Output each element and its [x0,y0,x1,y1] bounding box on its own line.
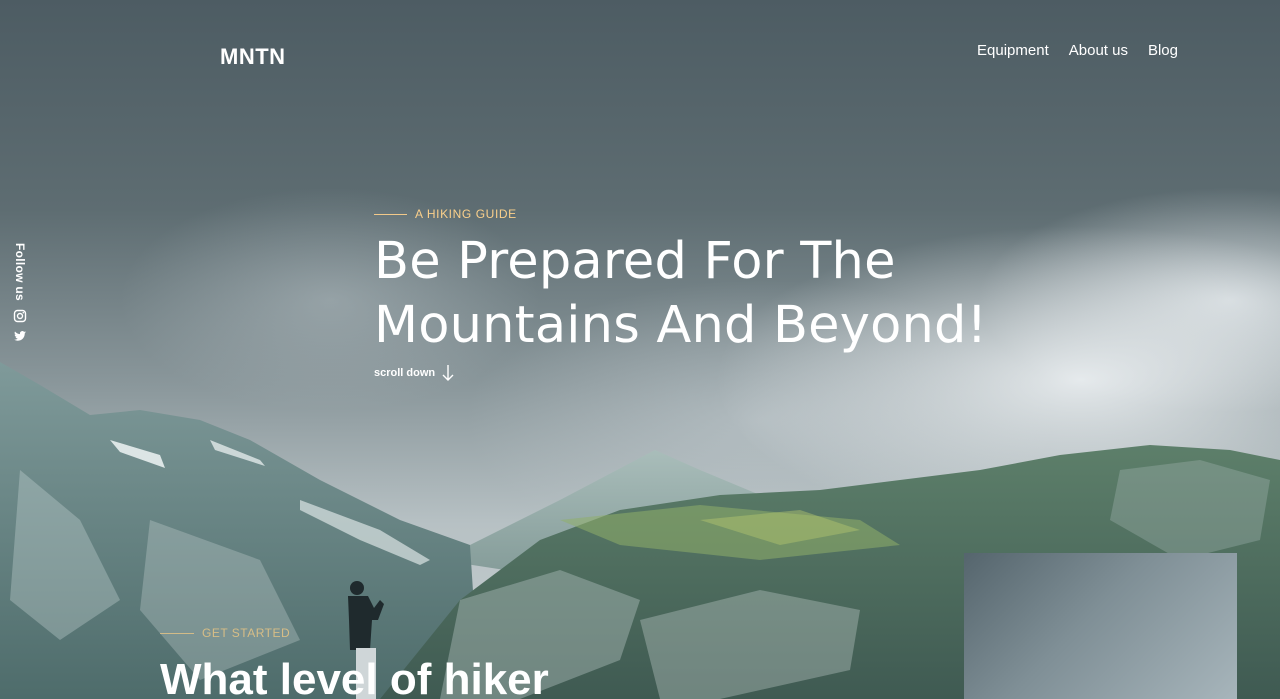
arrow-down-icon [442,365,454,381]
scroll-down-label: scroll down [374,367,436,379]
nav-item-equipment[interactable]: Equipment [977,42,1049,59]
hero-title: Be Prepared For The Mountains And Beyond… [374,230,1074,358]
instagram-icon[interactable] [13,309,27,323]
section-eyebrow: GET STARTED [160,626,290,640]
main-nav: Equipment About us Blog [977,42,1178,59]
hero-title-line-1: Be Prepared For The [374,232,896,291]
nav-item-blog[interactable]: Blog [1148,42,1178,59]
logo[interactable]: MNTN [220,44,286,70]
scroll-down-button[interactable]: scroll down [374,363,455,383]
follow-us-label: Follow us [13,243,27,302]
section-title: What level of hiker [160,655,549,699]
hero-title-line-2: Mountains And Beyond! [374,296,988,355]
social-sidebar: Follow us [11,243,29,343]
section-eyebrow-line [160,632,194,634]
eyebrow-line [374,213,407,215]
hero-eyebrow: A HIKING GUIDE [374,207,517,221]
eyebrow-text: A HIKING GUIDE [415,207,517,221]
section-image [964,553,1237,699]
twitter-icon[interactable] [13,329,27,343]
section-eyebrow-text: GET STARTED [202,626,291,640]
nav-item-about-us[interactable]: About us [1069,42,1128,59]
